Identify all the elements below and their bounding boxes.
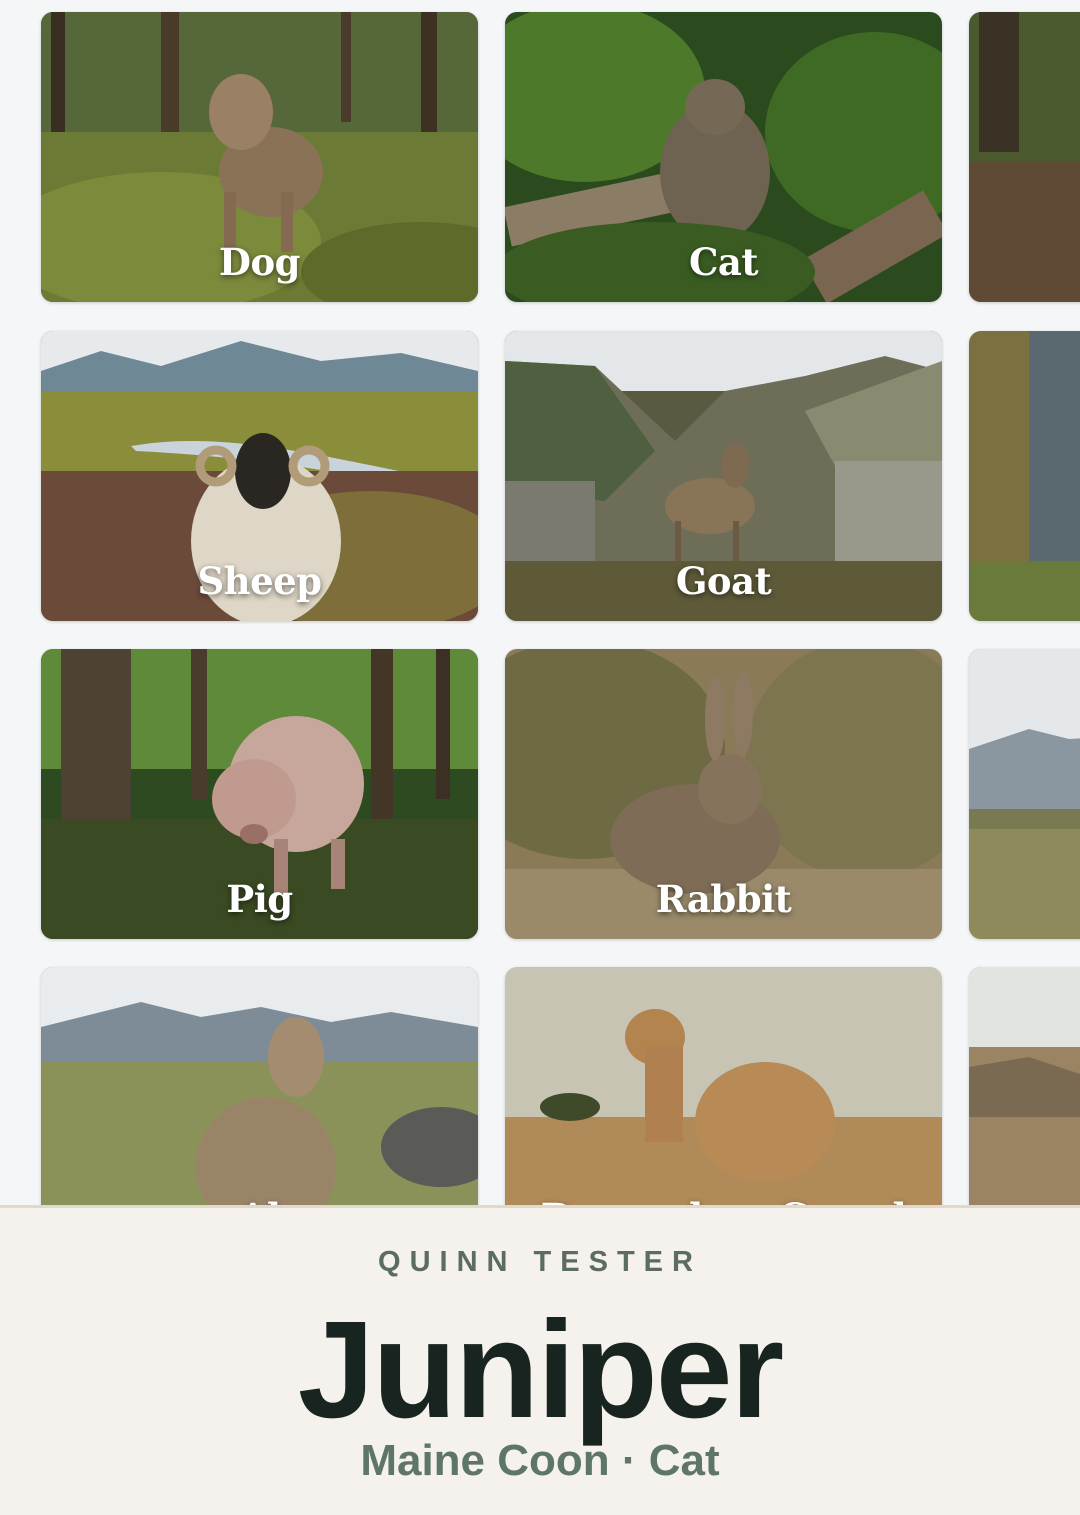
animal-grid: Dog Cat Sheep Goat Pig Rabbit — [0, 0, 1080, 1208]
mountain-photo — [969, 649, 1080, 939]
pet-breed-species: Maine Coon · Cat — [360, 1436, 720, 1485]
animal-card-label: Pig — [226, 877, 293, 921]
desert-hills-photo — [969, 967, 1080, 1208]
animal-card-rabbit[interactable]: Rabbit — [505, 649, 942, 939]
animal-card-sheep[interactable]: Sheep — [41, 331, 478, 621]
animal-card-dog[interactable]: Dog — [41, 12, 478, 302]
camel-photo — [505, 967, 942, 1208]
animal-card-label: Dog — [218, 240, 301, 284]
pet-profile-footer: QUINN TESTER Juniper Maine Coon · Cat — [0, 1205, 1080, 1515]
forest-photo — [969, 12, 1080, 302]
pet-name: Juniper — [297, 1293, 784, 1447]
animal-card-partial[interactable] — [969, 649, 1080, 939]
animal-card-label: Cat — [688, 240, 759, 284]
animal-card-cat[interactable]: Cat — [505, 12, 942, 302]
animal-card-camel[interactable]: Dromedary Camel — [505, 967, 942, 1208]
animal-card-partial[interactable] — [969, 12, 1080, 302]
animal-card-partial[interactable]: B — [969, 967, 1080, 1208]
animal-card-goat[interactable]: Goat — [505, 331, 942, 621]
animal-card-partial[interactable] — [969, 331, 1080, 621]
animal-card-label: Sheep — [197, 559, 322, 603]
animal-card-pig[interactable]: Pig — [41, 649, 478, 939]
alpaca-photo — [41, 967, 478, 1208]
animal-card-alpaca[interactable]: Al — [41, 967, 478, 1208]
animal-card-label: Goat — [675, 559, 772, 603]
owner-name: QUINN TESTER — [378, 1246, 702, 1278]
reeds-photo — [969, 331, 1080, 621]
animal-card-label: Rabbit — [655, 877, 792, 921]
